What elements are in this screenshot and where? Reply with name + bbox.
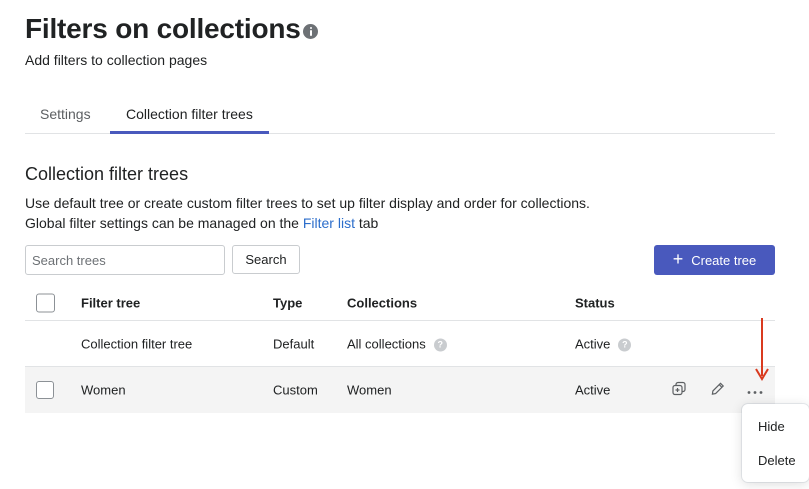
select-all-checkbox[interactable]: [36, 293, 55, 313]
table-row: Collection filter tree Default All colle…: [25, 321, 775, 367]
filter-trees-table: Filter tree Type Collections Status Coll…: [25, 286, 775, 413]
search-button[interactable]: Search: [232, 245, 300, 274]
table-row[interactable]: Women Custom Women Active: [25, 367, 775, 413]
help-icon[interactable]: ?: [618, 338, 632, 351]
pencil-icon[interactable]: [711, 382, 725, 399]
page-subtitle: Add filters to collection pages: [25, 52, 208, 68]
tab-collection-filter-trees[interactable]: Collection filter trees: [110, 94, 269, 134]
tab-settings[interactable]: Settings: [40, 94, 91, 134]
section-title: Collection filter trees: [25, 164, 189, 184]
more-actions-icon[interactable]: [747, 383, 763, 398]
create-tree-button[interactable]: + Create tree: [654, 245, 775, 275]
row-actions-dropdown: Hide Delete: [742, 404, 809, 482]
column-header-status: Status: [575, 295, 615, 311]
info-icon[interactable]: [303, 24, 318, 39]
duplicate-icon[interactable]: [672, 381, 686, 399]
row-type: Default: [273, 336, 315, 351]
create-tree-label: Create tree: [691, 252, 757, 268]
hide-menu-item[interactable]: Hide: [758, 419, 785, 434]
row-collections: Women: [347, 382, 392, 398]
column-header-filter-tree: Filter tree: [81, 295, 141, 311]
row-name: Women: [81, 382, 126, 398]
description-prefix: Global filter settings can be managed on…: [25, 215, 303, 231]
plus-icon: +: [672, 249, 684, 269]
search-trees-input[interactable]: [25, 245, 225, 275]
row-status: Active?: [575, 336, 632, 351]
column-header-type: Type: [273, 295, 303, 311]
description-line-2: Global filter settings can be managed on…: [25, 213, 725, 233]
row-type: Custom: [273, 382, 318, 398]
tab-bar: Settings Collection filter trees: [25, 94, 775, 134]
help-icon[interactable]: ?: [433, 338, 447, 351]
section-description: Use default tree or create custom filter…: [25, 193, 725, 233]
page-title: Filters on collections: [25, 13, 301, 44]
row-status-label: Active: [575, 336, 611, 351]
table-header: Filter tree Type Collections Status: [25, 286, 775, 321]
filter-list-link[interactable]: Filter list: [303, 215, 355, 231]
row-name: Collection filter tree: [81, 336, 193, 351]
column-header-collections: Collections: [347, 295, 418, 311]
row-collections: All collections?: [347, 336, 447, 351]
description-line-1: Use default tree or create custom filter…: [25, 195, 590, 211]
description-suffix: tab: [354, 215, 379, 231]
annotation-arrow-icon: [755, 318, 769, 381]
delete-menu-item[interactable]: Delete: [758, 453, 796, 468]
row-checkbox[interactable]: [36, 381, 54, 399]
row-status: Active: [575, 382, 611, 398]
row-collections-label: All collections: [347, 336, 426, 351]
